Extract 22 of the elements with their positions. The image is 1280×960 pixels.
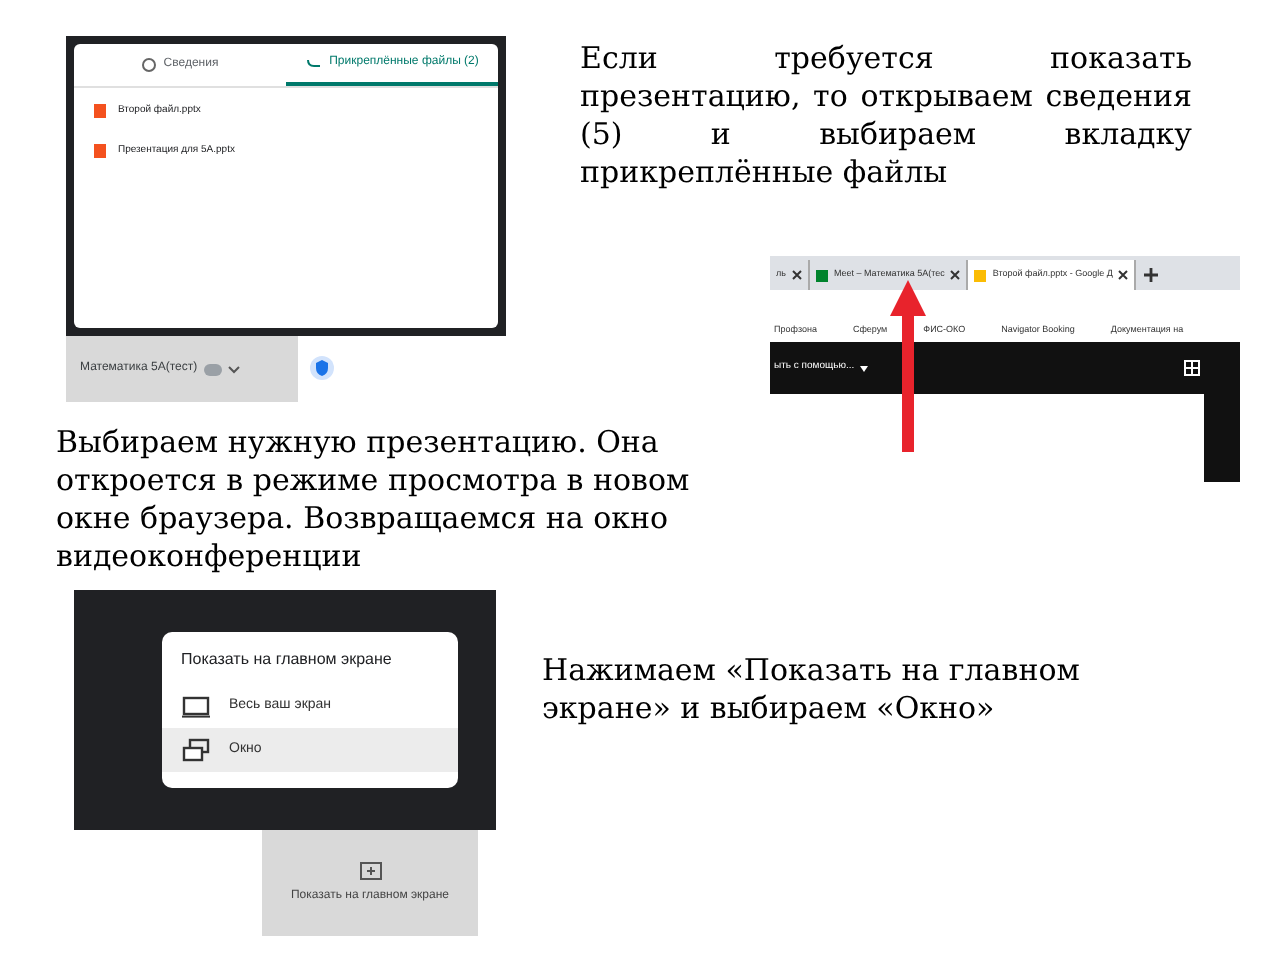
grid-icon[interactable] — [1184, 360, 1200, 376]
shield-icon[interactable] — [310, 356, 334, 380]
caret-icon — [860, 365, 869, 371]
close-icon[interactable] — [791, 270, 802, 280]
arrow-icon — [890, 280, 926, 452]
site-icon — [815, 269, 828, 281]
circle-icon — [141, 58, 156, 72]
menu-title: Показать на главном экране — [179, 648, 394, 672]
monitor-icon — [181, 695, 209, 717]
chevron-down-icon — [227, 365, 240, 373]
windows-icon — [181, 738, 209, 762]
site-icon — [974, 269, 987, 281]
instruction-text: Нажимаем «Показать на главном экране» и выбираем «Окно» — [542, 652, 1082, 728]
plus-icon[interactable] — [1142, 266, 1161, 284]
slides-file-icon — [94, 104, 106, 119]
slides-file-icon — [94, 143, 106, 158]
present-icon — [359, 861, 381, 879]
instruction-text: Если требуется показать презентацию, то открываем сведения (5) и выбираем вкладку прикреплённые файлы — [580, 40, 1192, 192]
close-icon[interactable] — [1118, 270, 1129, 280]
chat-icon — [203, 363, 222, 375]
close-icon[interactable] — [950, 270, 961, 280]
instruction-text: Выбираем нужную презентацию. Она откроется в режиме просмотра в новом окне браузера. Возвращаемся на окно видеоконференции — [56, 424, 692, 576]
